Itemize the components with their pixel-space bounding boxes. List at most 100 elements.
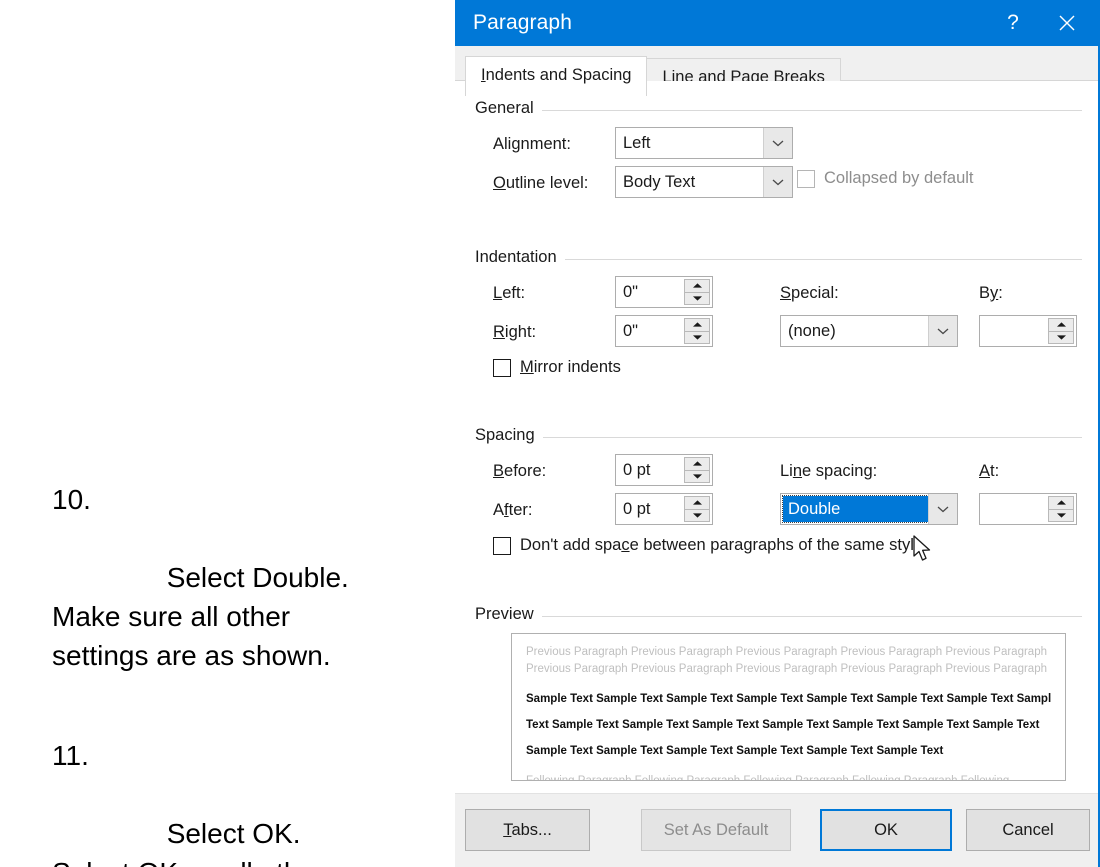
tab-strip: Indents and Spacing Line and Page Breaks (455, 46, 1098, 81)
instruction-step-11-text: Select OK. Select OK on all other open d… (52, 818, 324, 867)
indent-left-label: Left: (493, 284, 525, 303)
spinner-down-icon[interactable] (685, 293, 709, 305)
mirror-indents-label: Mirror indents (520, 358, 621, 377)
group-preview-title: Preview (475, 605, 542, 624)
spinner-up-icon[interactable] (685, 319, 709, 332)
spinner-up-icon[interactable] (685, 497, 709, 510)
dialog-title: Paragraph (473, 11, 572, 35)
close-icon[interactable] (1044, 0, 1090, 46)
outline-level-accel: O (493, 174, 506, 192)
dialog-body: General Alignment: Left Outline level: B… (455, 81, 1098, 795)
spinner-down-icon[interactable] (685, 510, 709, 522)
indent-by-accel: y (990, 284, 998, 302)
alignment-combobox[interactable]: Left (615, 127, 793, 159)
preview-box: Previous Paragraph Previous Paragraph Pr… (511, 633, 1066, 781)
spacing-before-spinner[interactable]: 0 pt (615, 454, 713, 486)
spinner-buttons[interactable] (684, 496, 710, 522)
outline-level-label: Outline level: (493, 174, 588, 193)
alignment-value: Left (616, 128, 763, 158)
alignment-accel: g (511, 135, 520, 153)
group-indentation-rule (475, 259, 1082, 260)
group-spacing-rule (475, 437, 1082, 438)
spinner-down-icon[interactable] (1049, 510, 1073, 522)
paragraph-dialog: Paragraph ? Indents and Spacing Line and… (455, 0, 1100, 867)
group-indentation-title: Indentation (475, 248, 565, 267)
indent-right-spinner[interactable]: 0" (615, 315, 713, 347)
spacing-at-label: At: (979, 462, 999, 481)
preview-sample-line-3: Sample Text Sample Text Sample Text Samp… (526, 738, 1051, 764)
spinner-buttons[interactable] (684, 318, 710, 344)
chevron-down-icon[interactable] (928, 494, 957, 524)
group-general-title: General (475, 99, 542, 118)
dont-add-space-checkbox[interactable]: Don't add space between paragraphs of th… (493, 536, 923, 555)
instructions-panel: 10. Select Double. Make sure all other s… (0, 0, 455, 867)
tabs-button[interactable]: Tabs... (465, 809, 590, 851)
spinner-buttons[interactable] (1048, 318, 1074, 344)
chevron-down-icon[interactable] (928, 316, 957, 346)
special-combobox[interactable]: (none) (780, 315, 958, 347)
instruction-step-11-number: 11. (52, 736, 89, 775)
set-as-default-button[interactable]: Set As Default (641, 809, 791, 851)
tabs-button-accel: T (503, 821, 511, 839)
spacing-before-value: 0 pt (616, 455, 684, 485)
preview-sample-line-1: Sample Text Sample Text Sample Text Samp… (526, 686, 1051, 712)
spinner-buttons[interactable] (684, 279, 710, 305)
spinner-up-icon[interactable] (1049, 319, 1073, 332)
spinner-down-icon[interactable] (685, 332, 709, 344)
indent-left-value: 0" (616, 277, 684, 307)
chevron-down-icon[interactable] (763, 128, 792, 158)
outline-level-value: Body Text (616, 167, 763, 197)
chevron-down-icon[interactable] (763, 167, 792, 197)
spacing-after-spinner[interactable]: 0 pt (615, 493, 713, 525)
spinner-buttons[interactable] (684, 457, 710, 483)
outline-level-combobox[interactable]: Body Text (615, 166, 793, 198)
instruction-step-10: 10. Select Double. Make sure all other s… (52, 480, 349, 714)
instruction-step-11: 11. Select OK. Select OK on all other op… (52, 736, 324, 867)
special-label: Special: (780, 284, 839, 303)
spinner-up-icon[interactable] (685, 280, 709, 293)
help-icon[interactable]: ? (990, 0, 1036, 46)
spacing-before-label: Before: (493, 462, 546, 481)
collapsed-by-default-checkbox[interactable]: Collapsed by default (797, 169, 974, 188)
indent-left-spinner[interactable]: 0" (615, 276, 713, 308)
spinner-down-icon[interactable] (1049, 332, 1073, 344)
ok-button[interactable]: OK (820, 809, 952, 851)
spacing-at-spinner[interactable] (979, 493, 1077, 525)
dont-add-space-label: Don't add space between paragraphs of th… (520, 536, 923, 555)
instruction-step-10-number: 10. (52, 480, 91, 519)
indent-by-label: By: (979, 284, 1003, 303)
indent-right-accel: R (493, 323, 505, 341)
group-spacing-title: Spacing (475, 426, 543, 445)
special-value: (none) (781, 316, 928, 346)
line-spacing-value: Double (783, 496, 928, 522)
mirror-indents-checkbox[interactable]: Mirror indents (493, 358, 621, 377)
spinner-up-icon[interactable] (1049, 497, 1073, 510)
indent-by-spinner[interactable] (979, 315, 1077, 347)
ok-button-label: OK (874, 821, 898, 840)
spinner-down-icon[interactable] (685, 471, 709, 483)
cancel-button[interactable]: Cancel (966, 809, 1090, 851)
help-glyph: ? (1007, 11, 1019, 35)
preview-sample-line-2: Text Sample Text Sample Text Sample Text… (526, 712, 1051, 738)
mirror-indents-accel: M (520, 358, 534, 376)
set-as-default-label: Set As Default (664, 821, 769, 840)
spacing-at-value (980, 494, 1048, 524)
spinner-up-icon[interactable] (685, 458, 709, 471)
checkbox-box (493, 359, 511, 377)
alignment-label: Alignment: (493, 135, 571, 154)
indent-right-label: Right: (493, 323, 536, 342)
line-spacing-combobox[interactable]: Double (780, 493, 958, 525)
dialog-footer: Tabs... Set As Default OK Cancel (455, 793, 1098, 867)
spinner-buttons[interactable] (1048, 496, 1074, 522)
tabs-button-label: Tabs... (503, 821, 552, 840)
group-preview-rule (475, 616, 1082, 617)
spacing-after-label: After: (493, 501, 532, 520)
spacing-after-accel: f (504, 501, 509, 519)
tab-indents-and-spacing[interactable]: Indents and Spacing (465, 56, 647, 96)
spacing-before-accel: B (493, 462, 504, 480)
screen: 10. Select Double. Make sure all other s… (0, 0, 1100, 867)
collapsed-by-default-label: Collapsed by default (824, 169, 974, 188)
checkbox-box (797, 170, 815, 188)
cancel-button-label: Cancel (1002, 821, 1053, 840)
special-accel: S (780, 284, 791, 302)
